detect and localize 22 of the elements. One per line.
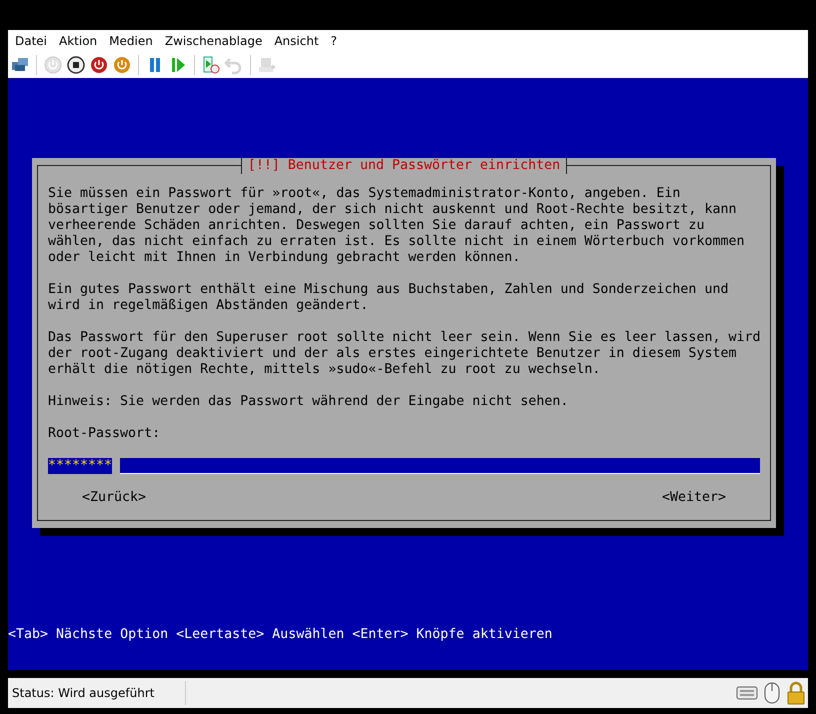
- menu-item[interactable]: Zwischenablage: [160, 34, 266, 48]
- menu-item[interactable]: Aktion: [55, 34, 102, 48]
- mouse-icon: [763, 682, 781, 704]
- paragraph: Sie müssen ein Passwort für »root«, das Systemadministrator-Konto, angeben. Ein bösartiger Benutzer oder jemand, der sich nicht auskennt und Root-Rechte besitzt, kann verheerende Schäden anrichten. Deswegen sollten Sie darauf achten, ein Passwort zu wählen, das nicht einfach zu erraten ist. Es sollte nicht in einem Wörterbuch vorkommen oder leicht mit Ihnen in Verbindung gebracht werden können.: [48, 186, 746, 266]
- dialog-button[interactable]: <Zurück>: [82, 490, 146, 506]
- lock-icon: [786, 681, 806, 705]
- menu-item[interactable]: Datei: [11, 34, 52, 48]
- snapshot-icon[interactable]: [201, 54, 221, 74]
- menu-item[interactable]: Ansicht: [270, 34, 323, 48]
- field-label: Root-Passwort:: [48, 426, 162, 442]
- dialog-button[interactable]: <Weiter>: [662, 490, 726, 506]
- menu-item[interactable]: ?: [326, 34, 342, 48]
- menu-item[interactable]: Medien: [105, 34, 157, 48]
- dialog-title: [!!] Benutzer und Passwörter einrichten: [240, 158, 568, 174]
- power-icon[interactable]: [112, 54, 132, 74]
- stop-icon[interactable]: [66, 54, 86, 74]
- paragraph: Hinweis: Sie werden das Passwort während der Eingabe nicht sehen.: [48, 394, 570, 410]
- status-text: Status: Wird ausgeführt: [11, 686, 156, 700]
- help-line: <Tab> Nächste Option <Leertaste> Auswählen <Enter> Knöpfe aktivieren: [8, 627, 554, 643]
- paragraph: Das Passwort für den Superuser root sollte nicht leer sein. Wenn Sie es leer lassen, wird der root-Zugang deaktiviert und der als erstes eingerichtete Benutzer in diesem System erhält die nötigen Rechte, mittels »sudo«-Befehl zu root zu wechseln.: [48, 330, 760, 378]
- paragraph: Ein gutes Passwort enthält eine Mischung aus Buchstaben, Zahlen und Sonderzeichen und wird in regelmäßigen Abständen geändert.: [48, 282, 730, 314]
- power-icon[interactable]: [89, 54, 109, 74]
